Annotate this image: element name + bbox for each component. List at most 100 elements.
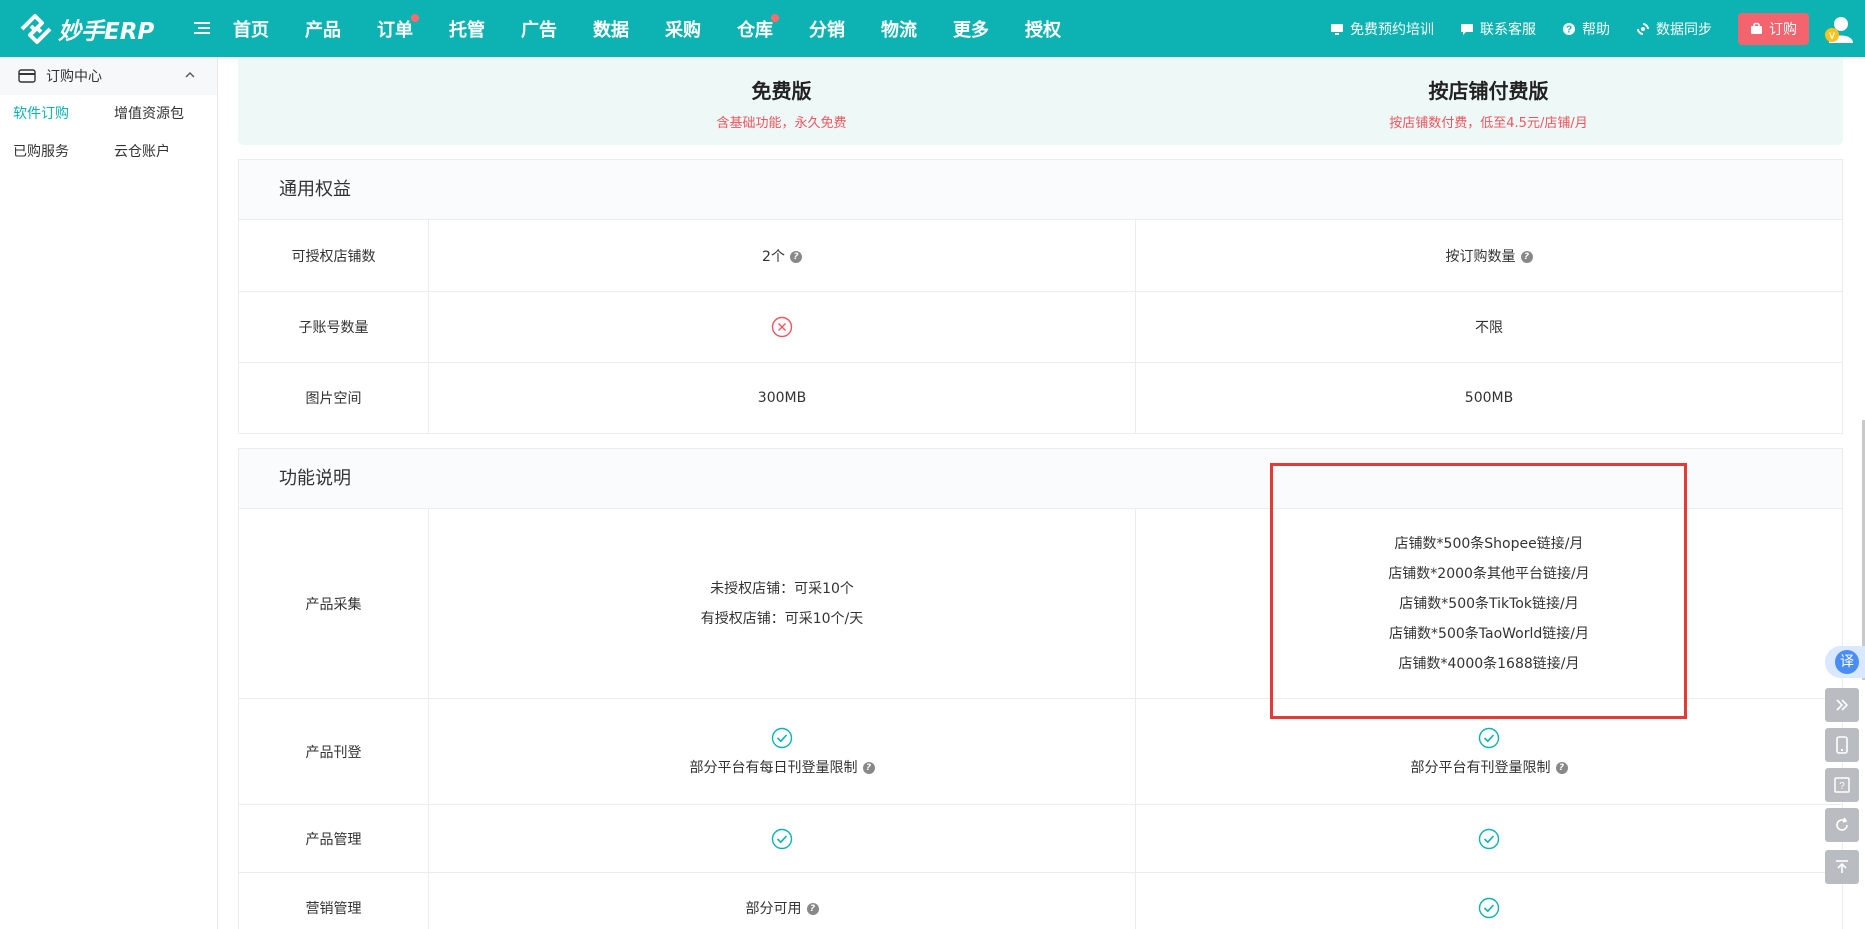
user-icon: V [1825,16,1853,43]
bag-icon [1751,22,1762,34]
top-right-actions: 免费预约培训 联系客服 ? 帮助 数据同步 订购 V [1330,0,1865,57]
free-value: 2个? [429,220,1136,291]
question-icon[interactable]: ? [1555,761,1568,774]
sidebar: 订购中心 软件订购 增值资源包 已购服务 云仓账户 [0,57,218,929]
chevron-up-icon[interactable] [185,71,195,79]
free-value: 部分可用? [429,873,1136,929]
notification-dot [411,13,419,22]
brand-logo[interactable]: 妙手ERP [18,12,154,46]
nav-more[interactable]: 更多 [953,16,989,42]
row-label: 产品刊登 [239,699,429,804]
chat-icon [1461,23,1473,35]
monitor-icon [1331,23,1343,35]
feedback-icon: ? [1834,777,1850,793]
row-label: 可授权店铺数 [239,220,429,291]
nav-logistics[interactable]: 物流 [881,16,917,42]
nav-data[interactable]: 数据 [593,16,629,42]
question-icon[interactable]: ? [806,902,819,915]
plan-subtitle: 按店铺数付费，低至4.5元/店铺/月 [1389,116,1588,131]
section-general: 通用权益 [238,159,1843,220]
nav-authorize[interactable]: 授权 [1025,16,1061,42]
free-value [429,292,1136,362]
sync-link[interactable]: 数据同步 [1636,19,1712,39]
notification-dot [771,13,779,22]
paid-value: 不限 [1475,320,1503,336]
check-circle-icon [771,828,793,849]
row-label: 产品采集 [239,509,429,698]
check-circle-icon [771,727,793,748]
question-icon[interactable]: ? [1520,250,1533,263]
svg-text:V: V [1829,31,1835,41]
translate-icon: 译 [1835,650,1859,674]
sidebar-item-cloud-warehouse[interactable]: 云仓账户 [114,133,224,171]
menu-toggle-icon[interactable] [193,19,211,37]
section-title: 通用权益 [279,179,351,200]
card-icon [18,69,36,83]
sidebar-item-purchased-services[interactable]: 已购服务 [13,133,114,171]
table-row: 可授权店铺数 2个? 按订购数量? [238,220,1843,292]
nav-hosting[interactable]: 托管 [449,16,485,42]
double-chevron-right-icon [1836,699,1849,711]
sidebar-links: 软件订购 增值资源包 已购服务 云仓账户 [0,95,217,171]
sync-icon [1637,22,1649,35]
row-label: 营销管理 [239,873,429,929]
refresh-icon [1836,817,1848,831]
user-avatar[interactable]: V [1823,13,1855,45]
brand-name: 妙手ERP [58,19,155,45]
arrow-up-icon [1836,860,1848,873]
row-label: 图片空间 [239,363,429,433]
sidebar-item-resource-pack[interactable]: 增值资源包 [114,95,224,133]
nav-warehouse[interactable]: 仓库 [737,13,779,42]
nav-home[interactable]: 首页 [233,16,269,42]
free-value: 部分平台有每日刊登量限制? [429,699,1136,804]
svg-text:?: ? [1566,24,1572,35]
back-to-top-button[interactable] [1825,850,1859,884]
sidebar-group-order-center[interactable]: 订购中心 [0,57,217,95]
nav-distribution[interactable]: 分销 [809,16,845,42]
sidebar-group-label: 订购中心 [46,69,102,85]
svg-text:?: ? [1839,781,1845,792]
plan-title: 按店铺付费版 [1428,79,1549,103]
feedback-button[interactable]: ? [1825,768,1859,802]
training-link[interactable]: 免费预约培训 [1330,19,1434,39]
nav-products[interactable]: 产品 [305,16,341,42]
help-link[interactable]: ? 帮助 [1562,19,1610,39]
nav-orders[interactable]: 订单 [377,13,419,42]
paid-value [1136,873,1842,929]
question-icon[interactable]: ? [862,761,875,774]
table-row: 子账号数量 不限 [238,292,1843,363]
free-value: 未授权店铺：可采10个 有授权店铺：可采10个/天 [429,509,1136,698]
paid-value: 500MB [1464,390,1514,406]
order-button[interactable]: 订购 [1738,12,1809,45]
nav-purchase[interactable]: 采购 [665,16,701,42]
paid-value: 按订购数量? [1136,220,1842,291]
table-row: 营销管理 部分可用? [238,873,1843,929]
plan-free: 免费版 含基础功能，永久免费 [428,75,1135,131]
plan-header: 免费版 含基础功能，永久免费 按店铺付费版 按店铺数付费，低至4.5元/店铺/月 [238,57,1843,145]
cross-circle-icon [771,316,793,338]
plan-title: 免费版 [751,79,812,103]
support-link[interactable]: 联系客服 [1460,19,1536,39]
table-row: 产品管理 [238,805,1843,873]
help-icon: ? [1563,22,1575,35]
row-label: 子账号数量 [239,292,429,362]
refresh-button[interactable] [1825,808,1859,842]
plan-paid: 按店铺付费版 按店铺数付费，低至4.5元/店铺/月 [1135,75,1842,131]
main-nav: 首页 产品 订单 托管 广告 数据 采购 仓库 分销 物流 更多 授权 [233,0,1097,57]
check-circle-icon [1478,828,1500,849]
check-circle-icon [1478,727,1500,748]
translate-button[interactable]: 译 [1825,646,1865,678]
paid-value [1136,805,1842,872]
row-label: 产品管理 [239,805,429,872]
mobile-button[interactable] [1825,728,1859,762]
collapse-button[interactable] [1825,688,1859,722]
logo-mark-icon [20,14,52,44]
sidebar-item-software-order[interactable]: 软件订购 [13,95,114,133]
top-navbar: 妙手ERP 首页 产品 订单 托管 广告 数据 采购 仓库 分销 物流 更多 授… [0,0,1865,57]
mobile-icon [1836,736,1848,754]
plan-subtitle: 含基础功能，永久免费 [716,116,847,131]
check-circle-icon [1478,897,1500,918]
question-icon[interactable]: ? [789,250,802,263]
nav-ads[interactable]: 广告 [521,16,557,42]
table-row: 图片空间 300MB 500MB [238,363,1843,434]
